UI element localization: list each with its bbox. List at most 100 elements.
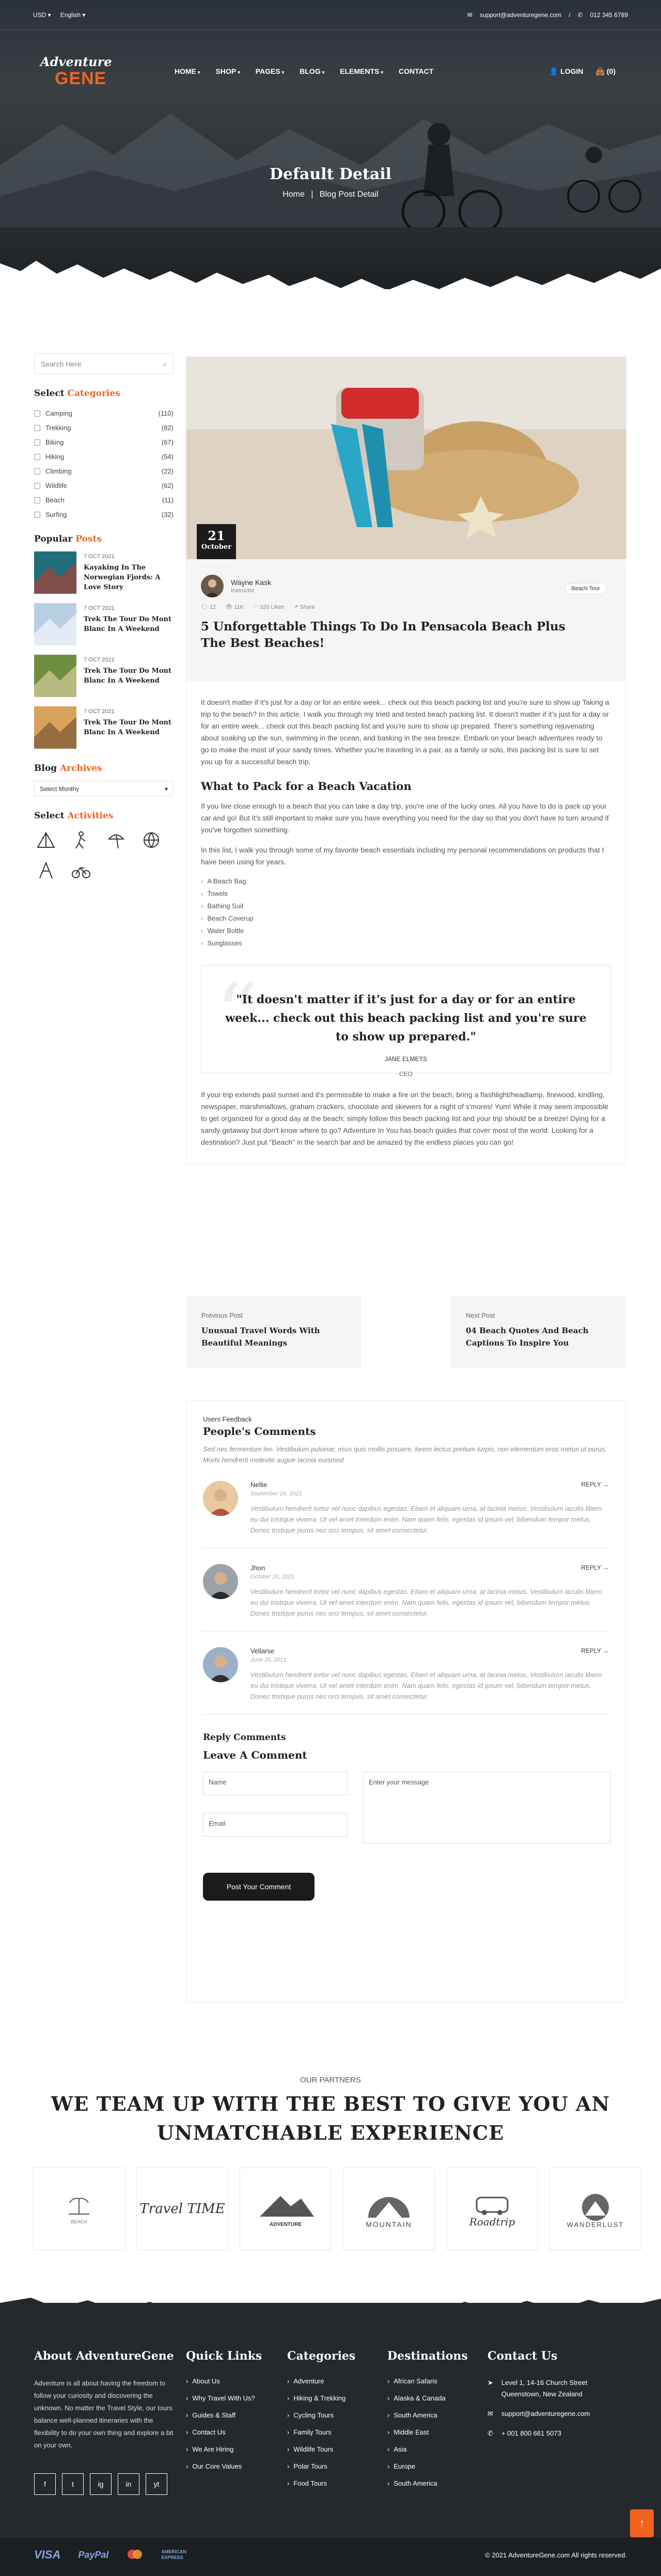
partner-logo-beach[interactable]: BEACH bbox=[33, 2168, 125, 2250]
site-logo[interactable]: Adventure GENE bbox=[40, 49, 112, 90]
category-tag[interactable]: Beach Tour bbox=[564, 583, 607, 594]
reply-button[interactable]: REPLY → bbox=[581, 1481, 609, 1489]
mail-icon: ✉ bbox=[467, 11, 473, 19]
checkbox[interactable] bbox=[34, 425, 40, 432]
next-post-link[interactable]: Next Post 04 Beach Quotes And Beach Capt… bbox=[450, 1296, 626, 1368]
popular-post[interactable]: 7 OCT 2021 Kayaking In The Norwegian Fjor… bbox=[34, 551, 174, 594]
cart-link[interactable]: 👜 (0) bbox=[596, 67, 616, 76]
footer-link[interactable]: Wildlife Tours bbox=[287, 2445, 355, 2462]
breadcrumb-home[interactable]: Home bbox=[282, 190, 305, 199]
category-item[interactable]: Surfing (32) bbox=[34, 507, 174, 521]
post-comment-button[interactable]: Post Your Comment bbox=[203, 1873, 314, 1901]
torn-paper-edge bbox=[0, 261, 661, 299]
footer-phone[interactable]: + 001 800 661 5073 bbox=[501, 2428, 561, 2439]
nav-pages[interactable]: PAGES ▾ bbox=[256, 67, 285, 75]
hiking-icon[interactable] bbox=[69, 828, 93, 852]
footer-link[interactable]: We Are Hiring bbox=[186, 2445, 262, 2462]
partner-logo-adventure[interactable]: ADVENTURE bbox=[240, 2168, 332, 2250]
checkbox[interactable] bbox=[34, 497, 40, 504]
partner-logo-roadtrip[interactable]: Roadtrip bbox=[446, 2168, 538, 2250]
footer-link[interactable]: South America bbox=[387, 2479, 468, 2496]
instagram-icon[interactable]: ig bbox=[90, 2473, 112, 2495]
biking-icon[interactable] bbox=[69, 858, 93, 882]
popular-post[interactable]: 7 OCT 2021 Trek The Tour Do Mont Blanc In… bbox=[34, 603, 174, 645]
linkedin-icon[interactable]: in bbox=[118, 2473, 139, 2495]
category-item[interactable]: Hiking (54) bbox=[34, 449, 174, 464]
currency-select[interactable]: USD ▾ bbox=[33, 11, 51, 19]
footer-link[interactable]: Europe bbox=[387, 2462, 468, 2479]
checkbox[interactable] bbox=[34, 454, 40, 461]
checkbox[interactable] bbox=[34, 439, 40, 446]
category-item[interactable]: Climbing (22) bbox=[34, 464, 174, 478]
message-field[interactable]: Enter your message bbox=[363, 1772, 611, 1844]
checkbox[interactable] bbox=[34, 483, 40, 489]
facebook-icon[interactable]: f bbox=[34, 2473, 56, 2495]
language-select[interactable]: English ▾ bbox=[60, 11, 86, 19]
checkbox[interactable] bbox=[34, 512, 40, 518]
topbar-email[interactable]: support@adventuregene.com bbox=[480, 11, 561, 19]
author-name[interactable]: Wayne Kask bbox=[231, 578, 271, 587]
nav-contact[interactable]: CONTACT bbox=[399, 67, 433, 75]
share-button[interactable]: ↗ Share bbox=[293, 604, 315, 610]
list-item: Sunglasses bbox=[201, 937, 611, 950]
search-icon[interactable]: ⌕ bbox=[163, 360, 167, 369]
footer-link[interactable]: Food Tours bbox=[287, 2479, 355, 2496]
footer-link[interactable]: Contact Us bbox=[186, 2428, 262, 2445]
popular-post[interactable]: 7 OCT 2021 Trek The Tour Do Mont Blanc In… bbox=[34, 655, 174, 697]
search-input[interactable]: Search Here ⌕ bbox=[34, 353, 174, 374]
footer-link[interactable]: Adventure bbox=[287, 2377, 355, 2394]
checkbox[interactable] bbox=[34, 410, 40, 417]
category-item[interactable]: Biking (67) bbox=[34, 435, 174, 449]
footer-link[interactable]: African Safaris bbox=[387, 2377, 468, 2394]
footer-link[interactable]: Family Tours bbox=[287, 2428, 355, 2445]
partner-logo-wanderlust[interactable]: WANDERLUST bbox=[549, 2168, 641, 2250]
footer-link[interactable]: About Us bbox=[186, 2377, 262, 2394]
category-item[interactable]: Trekking (82) bbox=[34, 420, 174, 435]
twitter-icon[interactable]: t bbox=[62, 2473, 84, 2495]
category-item[interactable]: Camping (110) bbox=[34, 406, 174, 420]
category-item[interactable]: Beach (11) bbox=[34, 493, 174, 507]
beach-icon[interactable] bbox=[104, 828, 128, 852]
footer-link[interactable]: Our Core Values bbox=[186, 2462, 262, 2479]
popular-post[interactable]: 7 OCT 2021 Trek The Tour Do Mont Blanc In… bbox=[34, 706, 174, 749]
nav-elements[interactable]: ELEMENTS ▾ bbox=[340, 67, 383, 75]
footer-link[interactable]: Alaska & Canada bbox=[387, 2394, 468, 2411]
footer-link[interactable]: South America bbox=[387, 2411, 468, 2428]
footer-contact-title: Contact Us bbox=[487, 2349, 558, 2363]
climbing-icon[interactable] bbox=[34, 858, 58, 882]
footer-link[interactable]: Polar Tours bbox=[287, 2462, 355, 2479]
nav-blog[interactable]: BLOG ▾ bbox=[300, 67, 324, 75]
archive-select[interactable]: Select Monthy ▾ bbox=[34, 781, 174, 796]
footer-link[interactable]: Why Travel With Us? bbox=[186, 2394, 262, 2411]
nav-shop[interactable]: SHOP ▾ bbox=[216, 67, 240, 75]
name-field[interactable]: Name bbox=[203, 1772, 348, 1795]
post-card: 21 October Wayne Kask Instructor Beach To… bbox=[186, 356, 626, 1164]
footer-link[interactable]: Hiking & Trekking bbox=[287, 2394, 355, 2411]
login-link[interactable]: 👤 LOGIN bbox=[549, 67, 584, 76]
partner-logo-mountain[interactable]: MOUNTAIN bbox=[343, 2168, 435, 2250]
previous-post-link[interactable]: Previous Post Unusual Travel Words With … bbox=[186, 1296, 361, 1368]
footer-link[interactable]: Guides & Staff bbox=[186, 2411, 262, 2428]
reply-button[interactable]: REPLY → bbox=[581, 1647, 609, 1655]
footer-email[interactable]: support@adventuregene.com bbox=[501, 2408, 590, 2420]
reply-button[interactable]: REPLY → bbox=[581, 1564, 609, 1572]
categories-title: Select Categories bbox=[34, 388, 120, 399]
footer-destinations-title: Destinations bbox=[387, 2349, 468, 2363]
footer-link[interactable]: Cycling Tours bbox=[287, 2411, 355, 2428]
checkbox[interactable] bbox=[34, 468, 40, 475]
category-item[interactable]: Wildlife (62) bbox=[34, 478, 174, 493]
footer-link[interactable]: Middle East bbox=[387, 2428, 468, 2445]
list-item: A Beach Bag bbox=[201, 875, 611, 888]
globe-icon[interactable] bbox=[139, 828, 163, 852]
email-field[interactable]: Email bbox=[203, 1813, 348, 1837]
like-count[interactable]: ♡ 320 Likes bbox=[253, 604, 284, 610]
footer-link[interactable]: Asia bbox=[387, 2445, 468, 2462]
view-count: 👁 11K bbox=[225, 604, 244, 610]
partner-logo-travel-time[interactable]: Travel TIME bbox=[136, 2168, 228, 2250]
nav-home[interactable]: HOME ▾ bbox=[175, 67, 200, 75]
post-date-badge: 21 October bbox=[197, 524, 236, 559]
topbar-phone[interactable]: 012 345 6789 bbox=[590, 11, 628, 19]
youtube-icon[interactable]: yt bbox=[146, 2473, 167, 2495]
scroll-to-top-button[interactable]: ↑ bbox=[630, 2509, 654, 2537]
camping-icon[interactable] bbox=[34, 828, 58, 852]
